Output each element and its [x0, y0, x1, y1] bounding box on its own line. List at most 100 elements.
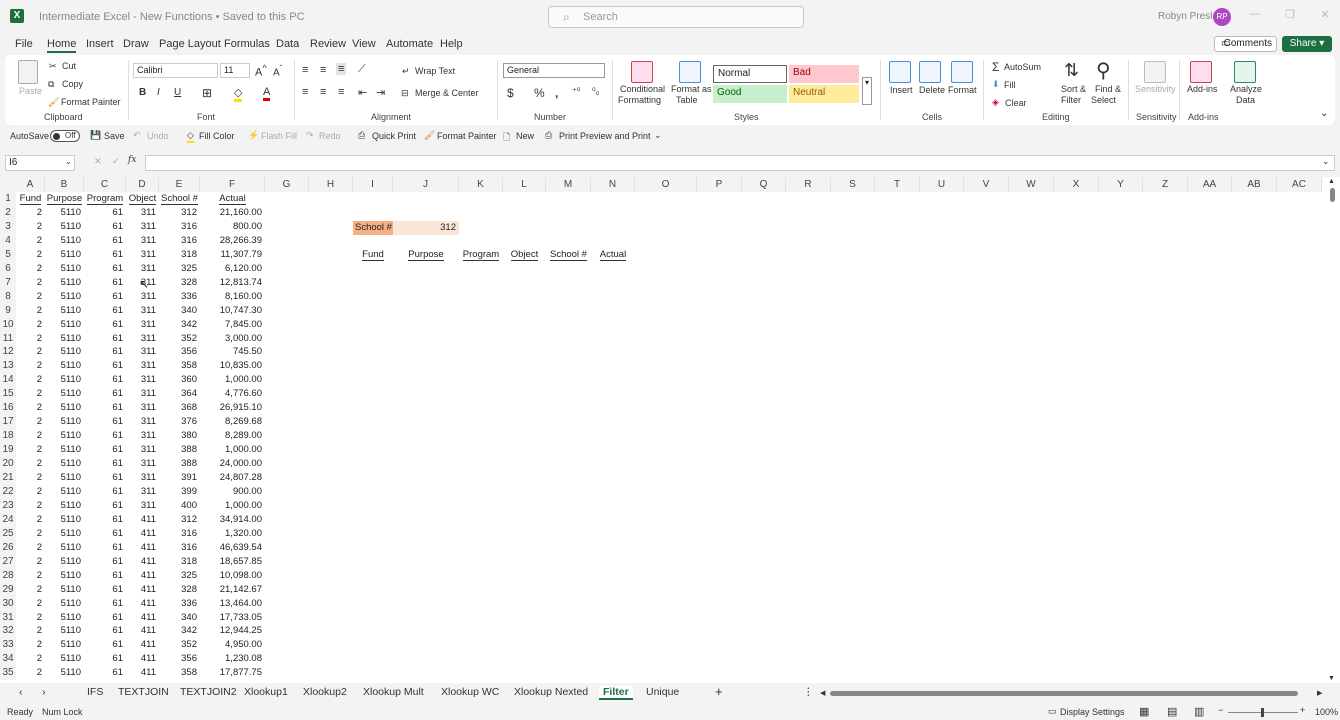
align-top-icon[interactable]: ≡ — [302, 64, 308, 76]
sheet-tab-xlookup-wc[interactable]: Xlookup WC — [441, 686, 499, 698]
table-cell[interactable]: 10,835.00 — [200, 359, 265, 373]
clear-icon[interactable]: ◈ — [992, 97, 999, 108]
column-header[interactable]: U — [920, 177, 964, 192]
scroll-down-icon[interactable]: ▼ — [1328, 675, 1335, 682]
column-header[interactable]: I — [353, 177, 393, 192]
table-cell[interactable]: 61 — [84, 304, 126, 318]
merge-icon[interactable]: ⊟ — [401, 88, 409, 99]
style-good[interactable]: Good — [713, 85, 787, 103]
analyze-data-label2[interactable]: Data — [1236, 95, 1255, 105]
borders-icon[interactable]: ⊞ — [202, 86, 212, 100]
table-cell[interactable]: 311 — [126, 206, 159, 220]
table-cell[interactable]: 28,266.39 — [200, 234, 265, 248]
hscroll-right-icon[interactable]: ▶ — [1317, 689, 1322, 697]
align-bottom-icon[interactable]: ≡ — [336, 63, 347, 75]
table-cell[interactable]: 2 — [16, 387, 45, 401]
table-cell[interactable]: 311 — [126, 485, 159, 499]
customize-qat-icon[interactable]: ⌄ — [654, 130, 662, 141]
table-cell[interactable]: 2 — [16, 318, 45, 332]
table-cell[interactable]: 2 — [16, 569, 45, 583]
table-cell[interactable]: 5110 — [45, 611, 84, 625]
table-cell[interactable]: 61 — [84, 220, 126, 234]
column-header[interactable]: K — [459, 177, 503, 192]
sheet-tab-unique[interactable]: Unique — [646, 686, 679, 698]
comments-button[interactable]: ▭ Comments — [1214, 36, 1277, 52]
table-cell[interactable]: 61 — [84, 485, 126, 499]
save-button[interactable]: Save — [104, 131, 125, 141]
table-cell[interactable]: 2 — [16, 513, 45, 527]
table-cell[interactable]: 311 — [126, 443, 159, 457]
table-cell[interactable]: 61 — [84, 373, 126, 387]
italic-icon[interactable]: I — [157, 87, 160, 98]
table-cell[interactable]: 311 — [126, 373, 159, 387]
column-title-cell[interactable]: Object — [126, 192, 159, 206]
table-cell[interactable]: 61 — [84, 345, 126, 359]
copy-icon[interactable]: ⧉ — [48, 79, 54, 90]
table-cell[interactable]: 5110 — [45, 666, 84, 680]
filter-header-cell[interactable]: Purpose — [393, 248, 459, 262]
table-cell[interactable]: 61 — [84, 499, 126, 513]
table-cell[interactable]: 61 — [84, 401, 126, 415]
column-header[interactable]: Z — [1143, 177, 1188, 192]
menu-insert[interactable]: Insert — [86, 38, 114, 50]
table-cell[interactable]: 399 — [159, 485, 200, 499]
table-cell[interactable]: 342 — [159, 624, 200, 638]
table-cell[interactable]: 61 — [84, 290, 126, 304]
tab-options-icon[interactable]: ⋮ — [803, 686, 814, 698]
wrap-text-button[interactable]: Wrap Text — [415, 66, 455, 76]
hscroll-left-icon[interactable]: ◀ — [820, 689, 825, 697]
table-cell[interactable]: 61 — [84, 527, 126, 541]
row-header[interactable]: 15 — [0, 387, 16, 402]
table-cell[interactable]: 5110 — [45, 220, 84, 234]
table-cell[interactable]: 1,000.00 — [200, 373, 265, 387]
table-cell[interactable]: 8,289.00 — [200, 429, 265, 443]
row-header[interactable]: 16 — [0, 401, 16, 416]
table-cell[interactable]: 411 — [126, 541, 159, 555]
sheet-tab-xlookup-nexted[interactable]: Xlookup Nexted — [514, 686, 588, 698]
table-cell[interactable]: 2 — [16, 276, 45, 290]
filter-header-cell[interactable]: Object — [503, 248, 546, 262]
sheet-tab-xlookup-mult[interactable]: Xlookup Mult — [363, 686, 424, 698]
table-cell[interactable]: 61 — [84, 443, 126, 457]
avatar[interactable]: RP — [1213, 8, 1231, 26]
increase-decimal-icon[interactable]: ⁺⁰ — [572, 86, 580, 97]
table-cell[interactable]: 61 — [84, 471, 126, 485]
table-cell[interactable]: 411 — [126, 652, 159, 666]
table-cell[interactable]: 328 — [159, 583, 200, 597]
style-normal[interactable]: Normal — [713, 65, 787, 83]
table-cell[interactable]: 2 — [16, 234, 45, 248]
table-cell[interactable]: 61 — [84, 359, 126, 373]
grow-font-icon[interactable]: A^ — [255, 63, 267, 79]
table-cell[interactable]: 2 — [16, 471, 45, 485]
table-cell[interactable]: 2 — [16, 345, 45, 359]
table-cell[interactable]: 2 — [16, 332, 45, 346]
style-neutral[interactable]: Neutral — [789, 85, 859, 103]
table-cell[interactable]: 311 — [126, 304, 159, 318]
table-cell[interactable]: 61 — [84, 457, 126, 471]
table-cell[interactable]: 391 — [159, 471, 200, 485]
row-header[interactable]: 2 — [0, 205, 16, 220]
table-cell[interactable]: 311 — [126, 429, 159, 443]
table-cell[interactable]: 17,733.05 — [200, 611, 265, 625]
new-button[interactable]: New — [516, 131, 534, 141]
paste-button[interactable]: Paste — [19, 86, 42, 96]
add-ins-button[interactable]: Add-ins — [1187, 84, 1218, 94]
table-cell[interactable]: 5110 — [45, 387, 84, 401]
table-cell[interactable]: 411 — [126, 555, 159, 569]
table-cell[interactable]: 5110 — [45, 234, 84, 248]
table-cell[interactable]: 5110 — [45, 457, 84, 471]
decrease-indent-icon[interactable]: ⇤ — [358, 86, 367, 99]
table-cell[interactable]: 4,950.00 — [200, 638, 265, 652]
row-header[interactable]: 3 — [0, 219, 16, 234]
fill-button[interactable]: Fill — [1004, 80, 1016, 90]
table-cell[interactable]: 5110 — [45, 318, 84, 332]
format-cells-icon[interactable] — [951, 61, 973, 83]
column-header[interactable]: C — [84, 177, 126, 192]
vertical-scrollbar[interactable] — [1328, 187, 1336, 677]
table-cell[interactable]: 311 — [126, 415, 159, 429]
conditional-formatting-button[interactable]: Conditional — [620, 84, 665, 94]
table-cell[interactable]: 7,845.00 — [200, 318, 265, 332]
filter-header-cell[interactable]: Fund — [353, 248, 393, 262]
table-cell[interactable]: 46,639.54 — [200, 541, 265, 555]
table-cell[interactable]: 10,098.00 — [200, 569, 265, 583]
